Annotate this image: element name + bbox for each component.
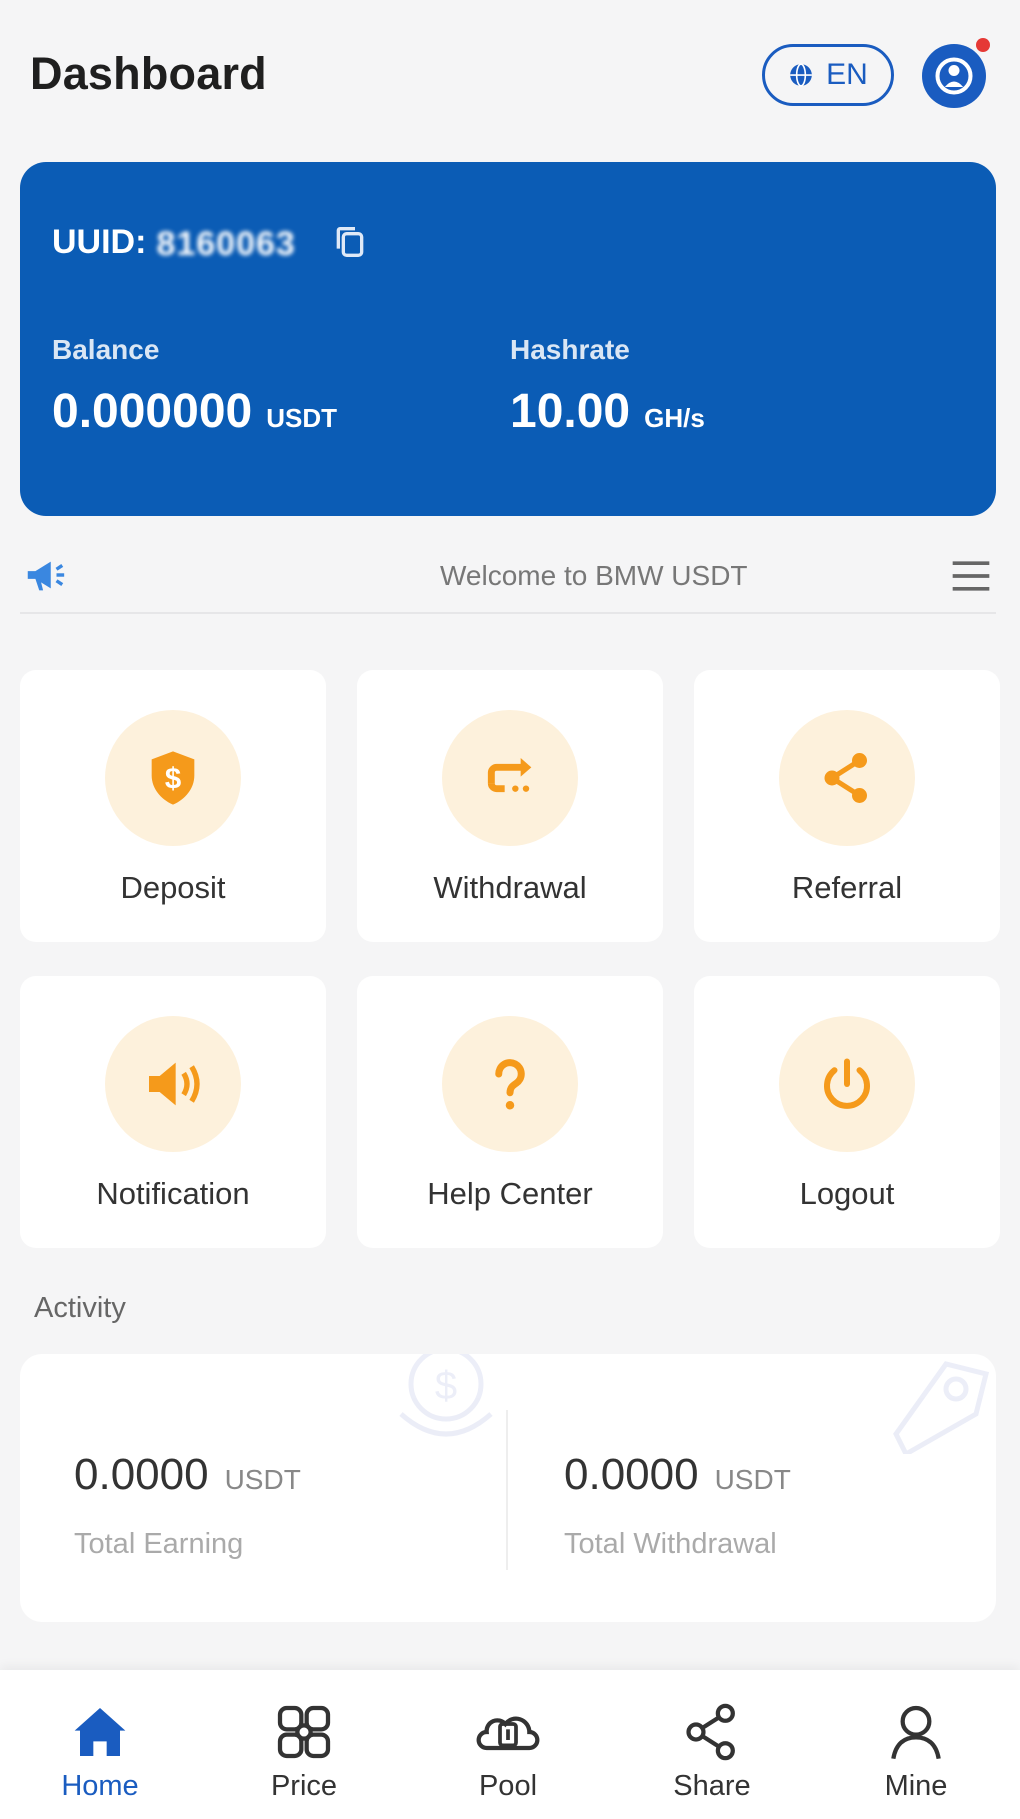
svg-text:$: $	[165, 763, 181, 796]
deposit-tile[interactable]: $ Deposit	[20, 670, 326, 942]
help-center-icon-wrap	[442, 1016, 578, 1152]
withdrawal-icon-wrap	[442, 710, 578, 846]
question-icon	[495, 1059, 525, 1110]
nav-price[interactable]: Price	[224, 1700, 384, 1803]
notification-dot	[976, 38, 990, 52]
share-icon	[686, 1703, 735, 1761]
globe-icon	[790, 63, 812, 87]
hamburger-menu-icon[interactable]	[948, 554, 994, 598]
logout-icon-wrap	[779, 1016, 915, 1152]
user-icon	[891, 1705, 941, 1760]
uid-prefix: UUID:	[52, 222, 147, 261]
uid-value: 8160063	[156, 225, 296, 263]
activity-divider	[506, 1410, 508, 1570]
total-earning-value: 0.0000	[74, 1450, 209, 1499]
language-label: EN	[826, 58, 868, 91]
activity-card: $ 0.0000 USDT Total Earning 0.0000 USDT …	[20, 1354, 996, 1622]
price-grid-icon	[277, 1705, 331, 1759]
deposit-icon-wrap: $	[105, 710, 241, 846]
share-icon	[824, 753, 867, 803]
total-earning-unit: USDT	[224, 1464, 301, 1495]
total-earning: 0.0000 USDT Total Earning	[74, 1450, 301, 1561]
power-icon	[824, 1058, 870, 1109]
notification-label: Notification	[96, 1176, 250, 1211]
nav-home[interactable]: Home	[20, 1700, 180, 1803]
coin-watermark-icon: $	[399, 1354, 493, 1437]
total-withdrawal-label: Total Withdrawal	[564, 1528, 777, 1560]
megaphone-icon	[27, 561, 65, 591]
hashrate-label: Hashrate	[510, 334, 630, 365]
logout-label: Logout	[799, 1176, 895, 1211]
svg-text:$: $	[435, 1364, 457, 1408]
speaker-icon	[149, 1062, 200, 1106]
nav-share-label: Share	[673, 1770, 751, 1802]
hashrate-value: 10.00	[510, 385, 631, 438]
total-withdrawal: 0.0000 USDT Total Withdrawal	[564, 1450, 791, 1561]
nav-mine-label: Mine	[884, 1770, 948, 1802]
activity-title: Activity	[34, 1292, 126, 1324]
rocket-watermark-icon	[893, 1361, 990, 1454]
referral-tile[interactable]: Referral	[694, 670, 1000, 942]
notice-text: Welcome to BMW USDT	[440, 560, 748, 591]
account-card: UUID: 8160063 Balance 0.000000 USDT Hash…	[20, 162, 996, 516]
nav-share[interactable]: Share	[632, 1700, 792, 1803]
notification-tile[interactable]: Notification	[20, 976, 326, 1248]
withdrawal-tile[interactable]: Withdrawal	[357, 670, 663, 942]
total-withdrawal-unit: USDT	[714, 1464, 791, 1495]
page-title: Dashboard	[30, 48, 267, 99]
balance-stat: Balance 0.000000 USDT	[52, 334, 337, 439]
copy-icon[interactable]	[330, 222, 370, 262]
help-center-tile[interactable]: Help Center	[357, 976, 663, 1248]
nav-home-label: Home	[61, 1770, 139, 1802]
nav-pool[interactable]: Pool	[428, 1700, 588, 1803]
header: Dashboard EN	[0, 0, 1020, 150]
user-avatar-icon	[935, 57, 973, 95]
logout-tile[interactable]: Logout	[694, 976, 1000, 1248]
total-earning-label: Total Earning	[74, 1528, 244, 1560]
nav-price-label: Price	[270, 1770, 338, 1802]
home-icon	[74, 1708, 126, 1756]
referral-label: Referral	[791, 870, 903, 905]
language-switcher[interactable]: EN	[762, 44, 894, 106]
notice-bar: Welcome to BMW USDT	[20, 540, 996, 614]
withdrawal-label: Withdrawal	[433, 870, 587, 905]
deposit-label: Deposit	[120, 870, 226, 905]
balance-value: 0.000000	[52, 385, 253, 438]
pool-icon	[476, 1716, 540, 1751]
hashrate-stat: Hashrate 10.00 GH/s	[510, 334, 705, 439]
bottom-nav: Home Price Pool Share Mine	[0, 1670, 1020, 1819]
hashrate-unit: GH/s	[644, 403, 705, 433]
avatar[interactable]	[922, 44, 986, 108]
dollar-shield-icon: $	[151, 751, 195, 805]
balance-unit: USDT	[266, 403, 337, 433]
total-withdrawal-value: 0.0000	[564, 1450, 699, 1499]
nav-mine[interactable]: Mine	[836, 1700, 996, 1803]
help-center-label: Help Center	[427, 1176, 593, 1211]
nav-pool-label: Pool	[478, 1770, 538, 1802]
notification-icon-wrap	[105, 1016, 241, 1152]
balance-label: Balance	[52, 334, 160, 365]
transfer-arrow-icon	[487, 758, 532, 793]
referral-icon-wrap	[779, 710, 915, 846]
uid-row: UUID: 8160063	[52, 222, 370, 263]
